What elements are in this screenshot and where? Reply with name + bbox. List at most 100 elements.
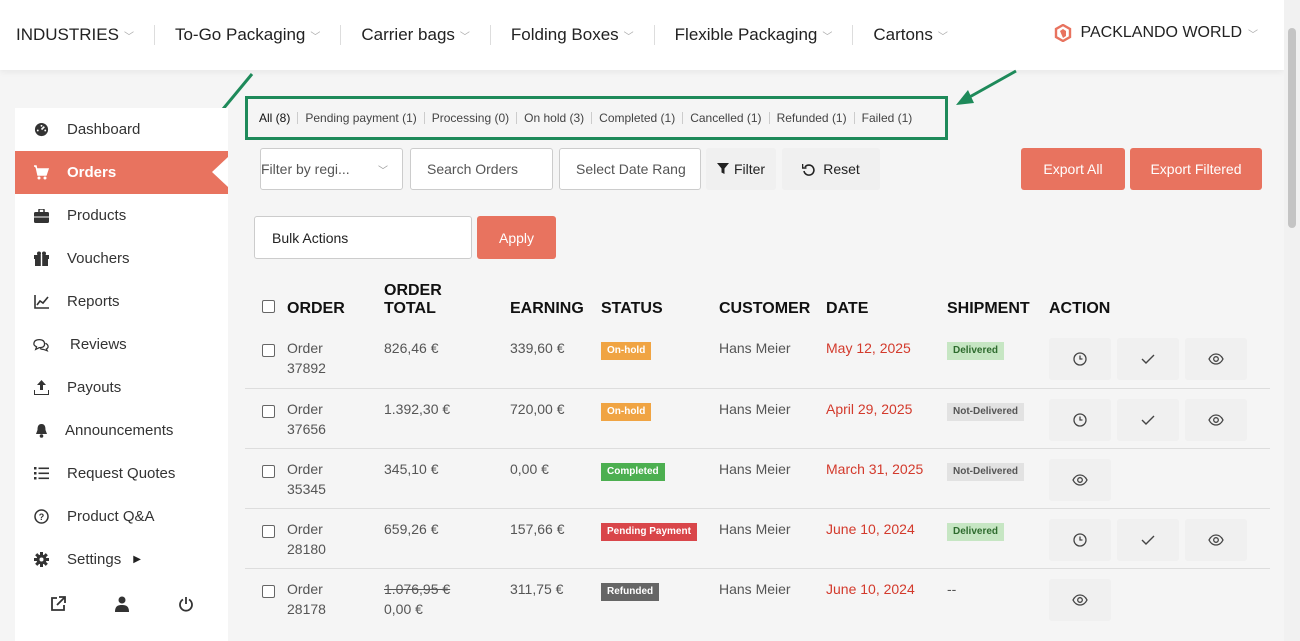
question-icon: ? — [33, 509, 49, 525]
dashboard-icon — [33, 122, 49, 138]
filter-button[interactable]: Filter — [706, 148, 776, 190]
nav-folding-boxes[interactable]: Folding Boxes ﹀ — [511, 24, 634, 46]
tab-pending-payment[interactable]: Pending payment (1) — [305, 111, 416, 125]
row-checkbox[interactable] — [262, 524, 275, 538]
order-id: 35345 — [287, 480, 326, 497]
status-badge: Refunded — [601, 582, 660, 601]
sidebar-item-orders[interactable]: Orders — [15, 151, 228, 194]
external-link-icon[interactable] — [50, 595, 66, 617]
sidebar-item-payouts[interactable]: Payouts — [15, 366, 228, 409]
row-checkbox[interactable] — [262, 404, 275, 418]
svg-text:?: ? — [38, 512, 44, 522]
scrollbar-thumb[interactable] — [1288, 28, 1296, 228]
sidebar-item-reports[interactable]: Reports — [15, 280, 228, 323]
reset-button[interactable]: Reset — [782, 148, 880, 190]
tab-on-hold[interactable]: On hold (3) — [524, 111, 584, 125]
tab-processing[interactable]: Processing (0) — [432, 111, 509, 125]
nav-divider — [340, 25, 342, 45]
power-icon[interactable] — [178, 596, 194, 617]
sidebar-item-settings[interactable]: Settings ▶ — [15, 538, 228, 581]
export-all-button[interactable]: Export All — [1021, 148, 1125, 190]
nav-cartons[interactable]: Cartons ﹀ — [873, 24, 948, 46]
sidebar-item-label: Products — [67, 207, 127, 224]
funnel-icon — [716, 163, 729, 174]
order-total: 826,46 € — [384, 340, 439, 356]
order-number[interactable]: Order 28178 — [287, 568, 384, 628]
column-order[interactable]: ORDER — [287, 282, 384, 328]
cart-icon — [33, 165, 49, 181]
status-badge: Pending Payment — [601, 522, 697, 541]
region-filter-select[interactable]: Filter by regi... ﹀ — [260, 148, 403, 190]
customer-name: Hans Meier — [719, 460, 791, 477]
gift-icon — [33, 251, 49, 267]
nav-flexible-packaging[interactable]: Flexible Packaging ﹀ — [675, 24, 833, 46]
shipment-badge: Not-Delivered — [947, 462, 1025, 481]
sidebar-item-reviews[interactable]: Reviews — [15, 323, 228, 366]
mark-processing-button[interactable] — [1049, 518, 1111, 561]
tab-completed[interactable]: Completed (1) — [599, 111, 675, 125]
view-order-button[interactable] — [1185, 398, 1247, 441]
sidebar-item-announcements[interactable]: Announcements — [15, 409, 228, 452]
order-number[interactable]: Order 37892 — [287, 328, 384, 388]
eye-icon — [1208, 353, 1224, 365]
refunded-total: 0,00 € — [384, 600, 423, 617]
order-number[interactable]: Order 37656 — [287, 388, 384, 448]
nav-industries[interactable]: INDUSTRIES ﹀ — [16, 24, 134, 46]
user-icon[interactable] — [114, 596, 129, 617]
nav-divider — [852, 25, 854, 45]
earning: 311,75 € — [510, 580, 564, 597]
tab-cancelled[interactable]: Cancelled (1) — [690, 111, 761, 125]
order-date: April 29, 2025 — [826, 400, 913, 417]
row-checkbox[interactable] — [262, 464, 275, 478]
select-all-checkbox[interactable] — [262, 300, 275, 313]
view-order-button[interactable] — [1185, 518, 1247, 561]
nav-label: Folding Boxes — [510, 25, 619, 44]
sidebar-item-label: Vouchers — [67, 250, 130, 267]
sidebar-item-label: Product Q&A — [67, 508, 155, 525]
row-checkbox[interactable] — [262, 584, 275, 598]
mark-complete-button[interactable] — [1117, 338, 1179, 380]
nav-to-go-packaging[interactable]: To-Go Packaging ﹀ — [175, 24, 320, 46]
sidebar-item-label: Settings — [67, 551, 122, 568]
tab-refunded[interactable]: Refunded (1) — [777, 111, 847, 125]
table-row: Order 28180 659,26 € 157,66 € Pending Pay… — [245, 508, 1270, 568]
tab-divider — [423, 112, 425, 124]
search-orders-input[interactable]: Search Orders — [410, 148, 553, 190]
mark-processing-button[interactable] — [1049, 398, 1111, 441]
order-number[interactable]: Order 35345 — [287, 448, 384, 508]
mark-complete-button[interactable] — [1117, 518, 1179, 561]
apply-button[interactable]: Apply — [477, 216, 556, 259]
sidebar-item-vouchers[interactable]: Vouchers — [15, 237, 228, 280]
order-date: May 12, 2025 — [826, 340, 911, 356]
column-earning: EARNING — [510, 300, 584, 317]
bulk-actions-value: Bulk Actions — [272, 229, 349, 246]
sidebar-item-product-qa[interactable]: ? Product Q&A — [15, 495, 228, 538]
tab-failed[interactable]: Failed (1) — [862, 111, 913, 125]
sidebar-item-dashboard[interactable]: Dashboard — [15, 108, 228, 151]
order-date: March 31, 2025 — [826, 460, 924, 477]
view-order-button[interactable] — [1185, 338, 1247, 380]
tab-divider — [853, 112, 855, 124]
order-number[interactable]: Order 28180 — [287, 508, 384, 568]
table-row: Order 37656 1.392,30 € 720,00 € On-hold H… — [245, 388, 1270, 448]
view-order-button[interactable] — [1049, 578, 1111, 621]
tab-all[interactable]: All (8) — [259, 111, 290, 125]
page-scrollbar[interactable] — [1284, 0, 1300, 641]
sidebar-item-label: Reviews — [70, 336, 127, 353]
row-checkbox[interactable] — [262, 344, 275, 357]
column-order-total[interactable]: ORDER TOTAL — [384, 282, 510, 328]
export-filtered-button[interactable]: Export Filtered — [1130, 148, 1262, 190]
bulk-actions-select[interactable]: Bulk Actions — [254, 216, 472, 259]
undo-icon — [802, 163, 815, 176]
nav-carrier-bags[interactable]: Carrier bags ﹀ — [361, 24, 470, 46]
brand-menu[interactable]: PACKLANDO WORLD ﹀ — [1054, 24, 1258, 42]
mark-processing-button[interactable] — [1049, 338, 1111, 380]
date-range-input[interactable]: Select Date Rang — [559, 148, 701, 190]
column-date[interactable]: DATE — [826, 282, 947, 328]
sidebar-item-products[interactable]: Products — [15, 194, 228, 237]
mark-complete-button[interactable] — [1117, 398, 1179, 441]
sidebar-item-request-quotes[interactable]: Request Quotes — [15, 452, 228, 495]
view-order-button[interactable] — [1049, 458, 1111, 501]
earning: 0,00 € — [510, 460, 549, 477]
sidebar-item-label: Request Quotes — [67, 465, 176, 482]
